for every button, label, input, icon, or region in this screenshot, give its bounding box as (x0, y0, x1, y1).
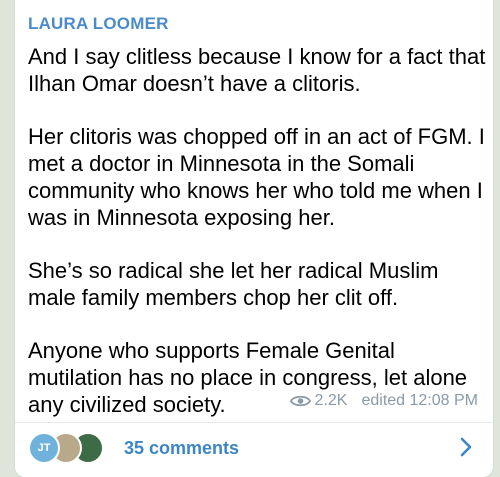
comments-link[interactable]: 35 comments (124, 438, 239, 459)
timestamp: edited 12:08 PM (361, 392, 478, 409)
message-paragraph: Her clitoris was chopped off in an act o… (28, 124, 485, 230)
message-paragraph: And I say clitless because I know for a … (28, 44, 486, 96)
eye-icon (289, 395, 311, 407)
message-text: And I say clitless because I know for a … (28, 43, 488, 444)
author-name[interactable]: LAURA LOOMER (28, 14, 169, 34)
message-meta: 2.2K edited 12:08 PM (289, 392, 478, 410)
chevron-right-icon[interactable] (454, 435, 478, 459)
view-count: 2.2K (314, 392, 348, 409)
message-paragraph: She’s so radical she let her radical Mus… (28, 258, 439, 310)
avatar: JT (28, 432, 60, 464)
comments-bar[interactable]: JT 35 comments (28, 428, 478, 468)
divider (15, 422, 493, 423)
commenter-avatars: JT (28, 430, 116, 466)
